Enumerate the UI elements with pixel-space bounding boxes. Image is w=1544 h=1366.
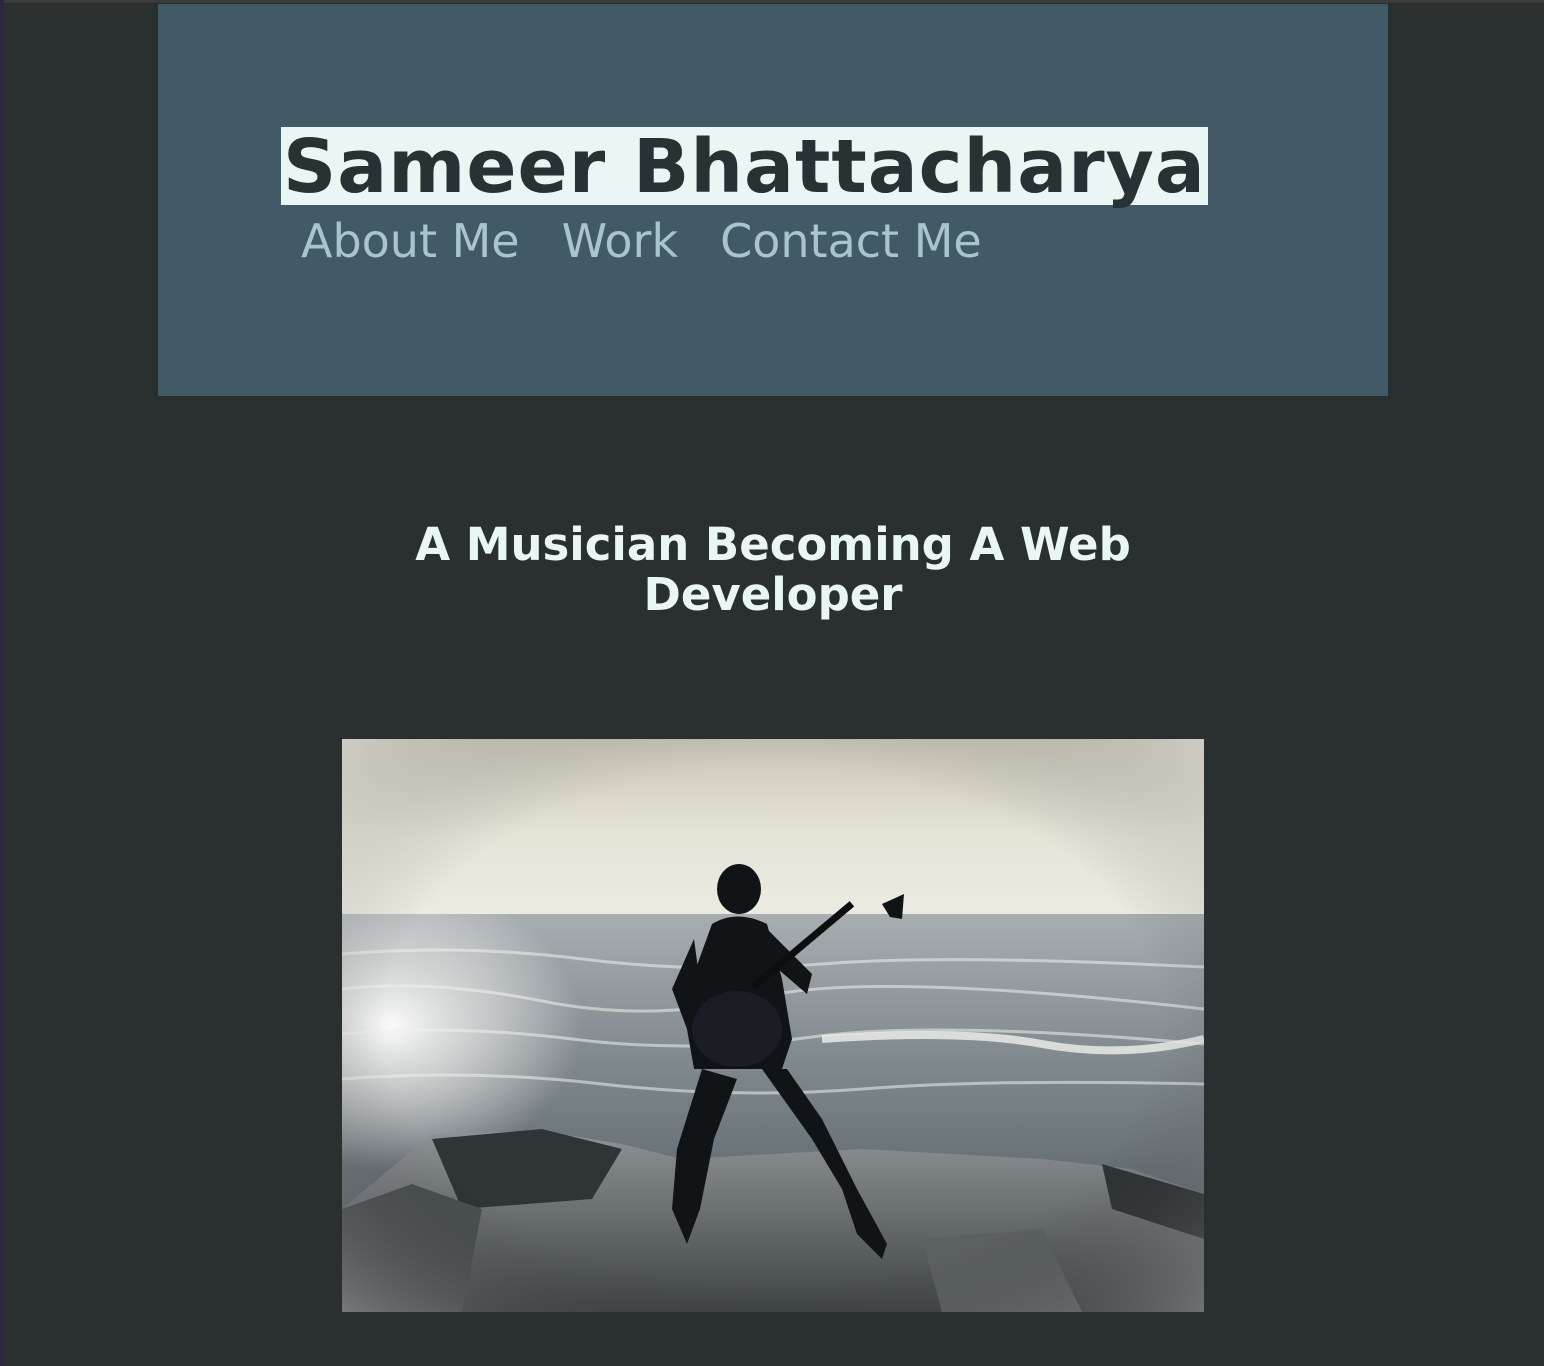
nav-item-about: About Me — [301, 212, 520, 270]
main-nav: About Me Work Contact Me — [301, 212, 982, 270]
hero-photo — [342, 739, 1204, 1312]
nav-item-contact: Contact Me — [720, 212, 982, 270]
nav-link-work[interactable]: Work — [562, 214, 678, 268]
window-top-border — [0, 0, 1544, 3]
nav-item-work: Work — [562, 212, 678, 270]
nav-link-about-me[interactable]: About Me — [301, 214, 520, 268]
tagline: A Musician Becoming A Web Developer — [415, 518, 1131, 621]
nav-link-contact-me[interactable]: Contact Me — [720, 214, 982, 268]
site-title: Sameer Bhattacharya — [281, 124, 1208, 210]
window-left-border — [0, 0, 4, 1366]
